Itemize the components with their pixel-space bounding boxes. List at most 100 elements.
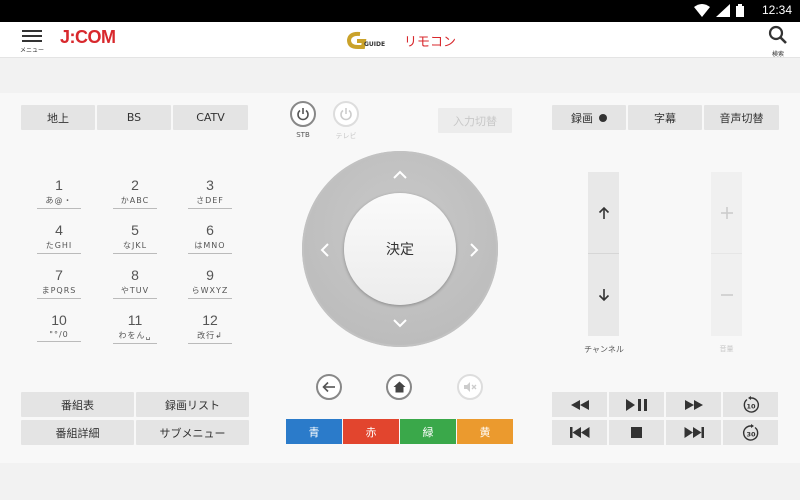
input-switch-button[interactable]: 入力切替 — [438, 108, 512, 133]
num-key-digit: 2 — [113, 177, 157, 193]
signal-icon — [716, 4, 730, 17]
search-button[interactable]: 検索 — [766, 25, 790, 58]
power-icon — [296, 107, 310, 121]
jcom-logo: J:COM — [60, 27, 116, 48]
program-detail-button[interactable]: 番組詳細 — [21, 420, 134, 445]
tv-power-label: テレビ — [330, 131, 362, 141]
skip-previous-button[interactable] — [552, 420, 607, 445]
battery-icon — [736, 4, 744, 17]
green-button[interactable]: 緑 — [400, 419, 456, 444]
fast-forward-button[interactable] — [666, 392, 721, 417]
num-key-digit: 3 — [188, 177, 232, 193]
channel-up-button[interactable] — [588, 172, 619, 254]
num-key-digit: 11 — [113, 312, 157, 328]
mute-button[interactable] — [457, 374, 483, 400]
num-key-chars: まPQRS — [37, 285, 81, 299]
back-button[interactable] — [316, 374, 342, 400]
status-time: 12:34 — [762, 3, 792, 17]
subtitle-button[interactable]: 字幕 — [628, 105, 702, 130]
wifi-icon — [694, 4, 710, 17]
broadcast-terrestrial-button[interactable]: 地上 — [21, 105, 95, 130]
broadcast-bs-button[interactable]: BS — [97, 105, 171, 130]
yellow-button[interactable]: 黄 — [457, 419, 513, 444]
num-key-11[interactable]: 11 わをん␣ — [113, 312, 157, 344]
program-guide-button[interactable]: 番組表 — [21, 392, 134, 417]
minus-icon — [720, 293, 734, 297]
num-key-digit: 10 — [37, 312, 81, 328]
num-key-9[interactable]: 9 らWXYZ — [188, 267, 232, 299]
num-key-4[interactable]: 4 たGHI — [37, 222, 81, 254]
num-key-2[interactable]: 2かABC — [113, 177, 157, 209]
skip-next-icon — [684, 427, 704, 438]
volume-down-button[interactable] — [711, 254, 742, 336]
fast-forward-icon — [685, 400, 703, 410]
recording-list-button[interactable]: 録画リスト — [136, 392, 249, 417]
volume-up-button[interactable] — [711, 172, 742, 254]
g-guide-logo-text: GUIDE — [364, 41, 385, 48]
dpad-right-arrow-icon[interactable] — [469, 243, 479, 257]
channel-label: チャンネル — [574, 344, 634, 355]
arrow-up-icon — [598, 206, 610, 220]
num-key-7[interactable]: 7 まPQRS — [37, 267, 81, 299]
skip-previous-icon — [570, 427, 590, 438]
menu-button[interactable]: メニュー — [18, 27, 46, 57]
num-key-chars: らWXYZ — [188, 285, 232, 299]
channel-down-button[interactable] — [588, 254, 619, 336]
tv-power-button[interactable] — [333, 101, 359, 127]
num-key-digit: 1 — [37, 177, 81, 193]
blue-button[interactable]: 青 — [286, 419, 342, 444]
record-label: 録画 — [571, 110, 593, 126]
num-key-chars: はMNO — [188, 240, 232, 254]
red-button[interactable]: 赤 — [343, 419, 399, 444]
skip-next-button[interactable] — [666, 420, 721, 445]
num-key-8[interactable]: 8やTUV — [113, 267, 157, 299]
num-key-5[interactable]: 5なJKL — [113, 222, 157, 254]
num-key-digit: 9 — [188, 267, 232, 283]
num-key-12[interactable]: 12改行↲ — [188, 312, 232, 344]
broadcast-catv-button[interactable]: CATV — [173, 105, 248, 130]
stb-power-label: STB — [290, 131, 316, 139]
record-button[interactable]: 録画 — [552, 105, 626, 130]
num-key-digit: 7 — [37, 267, 81, 283]
num-key-10[interactable]: 10"°/0 — [37, 312, 81, 342]
num-key-chars: わをん␣ — [113, 330, 157, 344]
rewind-icon — [571, 400, 589, 410]
num-key-chars: たGHI — [37, 240, 81, 254]
channel-rocker — [588, 172, 619, 336]
replay-10-button[interactable]: 10 — [723, 392, 778, 417]
rewind-button[interactable] — [552, 392, 607, 417]
search-label: 検索 — [766, 49, 790, 58]
num-key-chars: あ@・ — [37, 195, 81, 209]
dpad-down-arrow-icon[interactable] — [393, 318, 407, 328]
num-key-digit: 4 — [37, 222, 81, 238]
num-key-1[interactable]: 1 あ@・ — [37, 177, 81, 209]
forward-30-icon: 30 — [742, 424, 760, 442]
mute-icon — [463, 381, 477, 393]
broadcast-selector: 地上 BS CATV — [21, 105, 248, 130]
stop-button[interactable] — [609, 420, 664, 445]
volume-rocker — [711, 172, 742, 336]
stop-icon — [631, 427, 642, 438]
num-key-3[interactable]: 3さDEF — [188, 177, 232, 209]
num-key-digit: 6 — [188, 222, 232, 238]
home-button[interactable] — [386, 374, 412, 400]
svg-text:10: 10 — [746, 402, 756, 410]
home-icon — [393, 381, 406, 393]
play-pause-button[interactable] — [609, 392, 664, 417]
volume-label: 音量 — [711, 344, 742, 354]
sub-menu-button[interactable]: サブメニュー — [136, 420, 249, 445]
dpad-up-arrow-icon[interactable] — [393, 170, 407, 180]
record-dot-icon — [599, 114, 607, 122]
forward-30-button[interactable]: 30 — [723, 420, 778, 445]
page-title: リモコン — [404, 31, 456, 50]
stb-power-button[interactable] — [290, 101, 316, 127]
enter-button[interactable]: 決定 — [344, 193, 456, 305]
playback-row-1: 10 — [552, 392, 778, 417]
status-icons — [694, 4, 744, 17]
dpad-left-arrow-icon[interactable] — [320, 243, 330, 257]
num-key-6[interactable]: 6 はMNO — [188, 222, 232, 254]
num-key-chars: やTUV — [113, 285, 157, 299]
audio-switch-button[interactable]: 音声切替 — [704, 105, 779, 130]
g-guide-logo: GUIDE — [346, 30, 390, 50]
menu-label: メニュー — [18, 45, 46, 54]
